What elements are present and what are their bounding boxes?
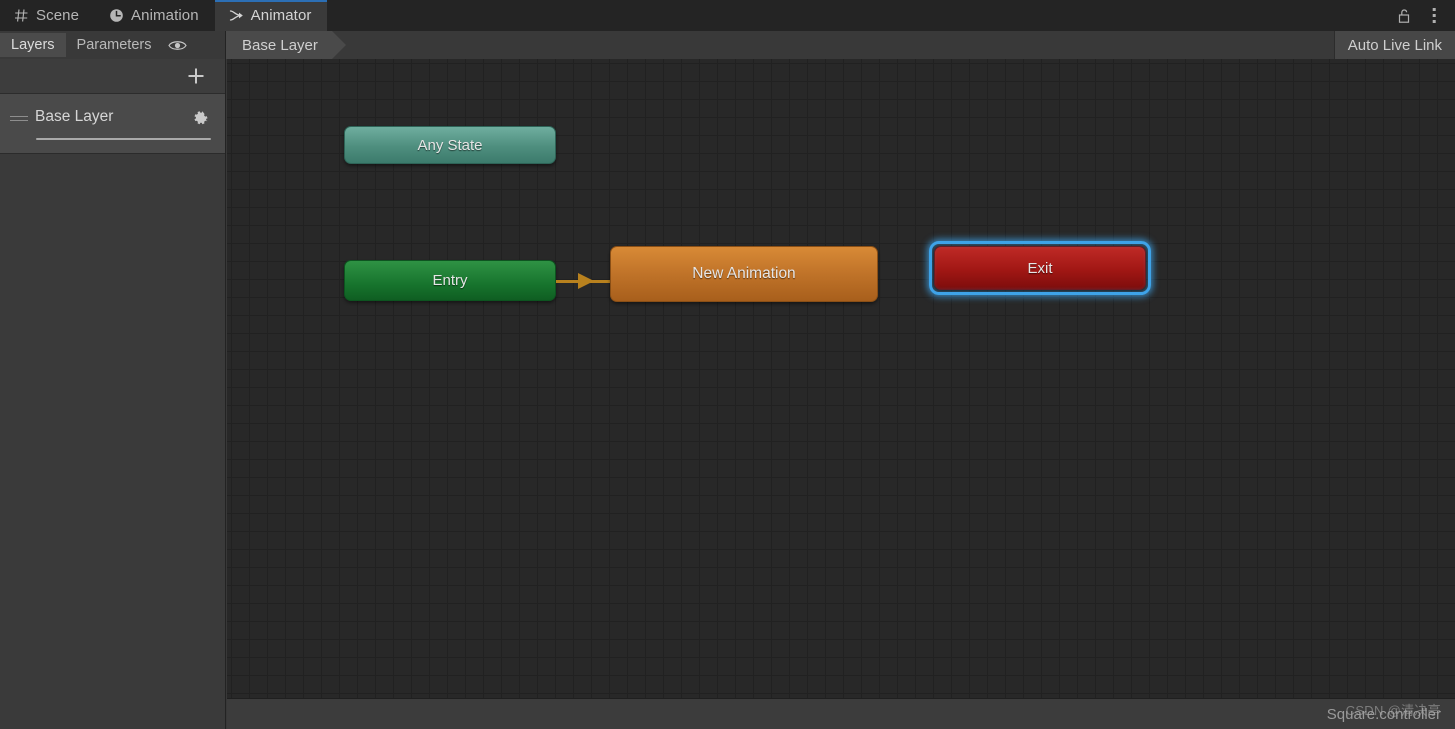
node-entry[interactable]: Entry <box>344 260 556 301</box>
tab-animation-label: Animation <box>131 7 199 24</box>
node-new-animation-label: New Animation <box>692 265 796 282</box>
tab-animator[interactable]: Animator <box>214 0 328 31</box>
clock-icon <box>109 8 124 23</box>
layers-panel: Base Layer <box>0 59 226 729</box>
layer-toolbar <box>0 59 225 94</box>
transition-arrowhead-icon <box>578 273 594 289</box>
tab-scene-label: Scene <box>36 7 80 24</box>
unlocked-padlock-icon[interactable] <box>1391 0 1417 31</box>
animator-sub-bar: Layers Parameters Base Layer Auto Live L… <box>0 31 1455 59</box>
breadcrumb-base-layer[interactable]: Base Layer <box>226 31 346 59</box>
node-new-animation[interactable]: New Animation <box>610 246 878 302</box>
controller-name-label: Square.controller <box>1326 705 1441 723</box>
tab-parameters-label: Parameters <box>76 37 152 53</box>
node-exit[interactable]: Exit <box>934 246 1146 290</box>
eye-icon[interactable] <box>162 33 192 57</box>
add-layer-button[interactable] <box>185 65 207 87</box>
layer-list: Base Layer <box>0 94 225 154</box>
animator-window: Scene Animation Animator Layers Paramete… <box>0 0 1455 729</box>
node-any-state[interactable]: Any State <box>344 126 556 164</box>
node-exit-label: Exit <box>1027 259 1053 277</box>
list-item[interactable]: Base Layer <box>0 94 225 153</box>
layer-list-empty-area <box>0 154 225 729</box>
tab-scene[interactable]: Scene <box>0 0 95 31</box>
tab-bar-spacer <box>327 0 1391 31</box>
layer-weight-slider[interactable] <box>36 138 211 140</box>
transition-entry-to-new-animation[interactable] <box>556 273 612 289</box>
tab-layers-label: Layers <box>11 37 55 53</box>
status-bar: Square.controller <box>227 698 1455 729</box>
window-controls <box>1391 0 1455 31</box>
tab-layers[interactable]: Layers <box>0 33 66 57</box>
gear-icon[interactable] <box>191 108 211 128</box>
left-panel-tabs: Layers Parameters <box>0 31 226 59</box>
kebab-menu-icon[interactable] <box>1421 0 1447 31</box>
layer-name-label: Base Layer <box>35 108 114 125</box>
auto-live-link-label: Auto Live Link <box>1347 36 1442 54</box>
breadcrumb-label: Base Layer <box>242 36 318 54</box>
drag-handle-icon[interactable] <box>10 116 30 121</box>
branch-arrow-icon <box>229 8 244 23</box>
tab-animator-label: Animator <box>250 7 312 24</box>
state-machine-graph[interactable]: Any State Entry New Animation Exit <box>227 59 1455 698</box>
node-entry-label: Entry <box>432 272 468 289</box>
window-tab-bar: Scene Animation Animator <box>0 0 1455 31</box>
tab-parameters[interactable]: Parameters <box>66 33 163 57</box>
tab-animation[interactable]: Animation <box>95 0 215 31</box>
grid-icon <box>14 8 29 23</box>
auto-live-link-button[interactable]: Auto Live Link <box>1333 31 1455 59</box>
node-any-state-label: Any State <box>417 136 483 154</box>
breadcrumb-bar: Base Layer <box>226 31 1334 59</box>
